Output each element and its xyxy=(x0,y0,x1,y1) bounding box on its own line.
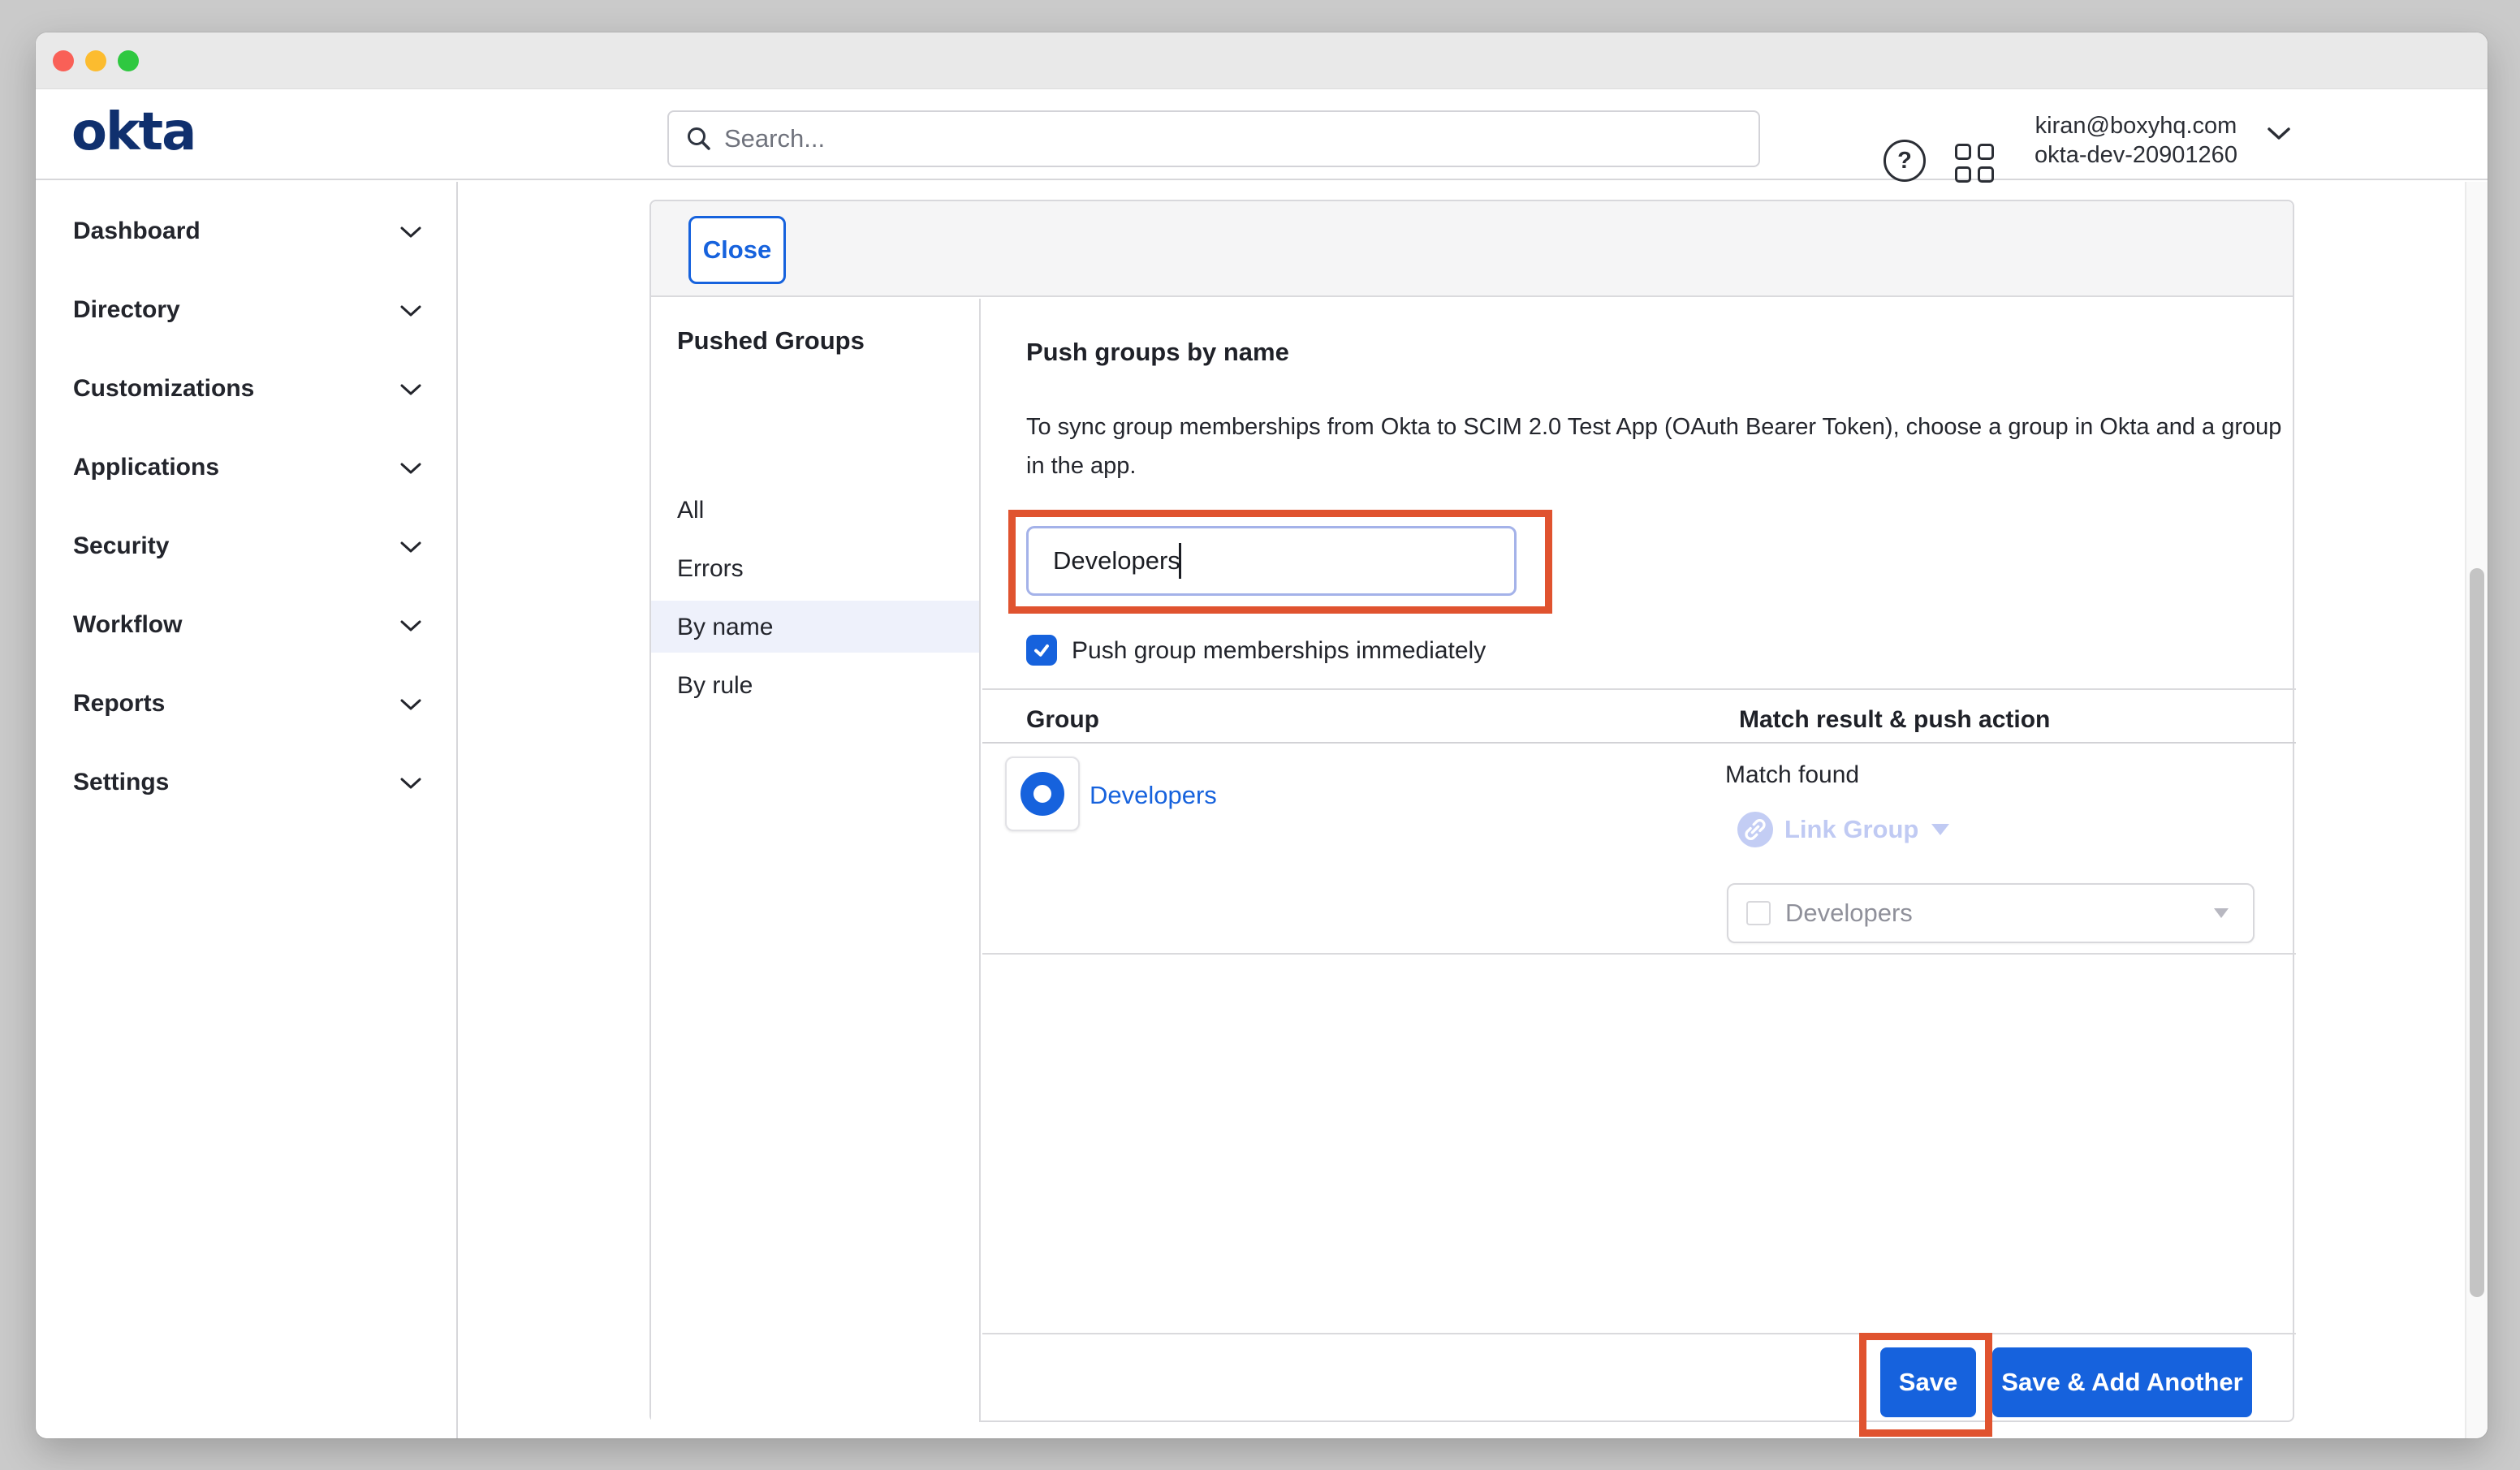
sidebar-item-applications[interactable]: Applications xyxy=(36,449,456,488)
apps-grid-button[interactable] xyxy=(1955,144,1995,183)
match-result-text: Match found xyxy=(1725,761,1859,789)
column-header-group: Group xyxy=(1026,706,1099,734)
sidebar-item-label: Security xyxy=(73,532,169,560)
sidebar-item-customizations[interactable]: Customizations xyxy=(36,370,456,409)
sidebar-item-settings[interactable]: Settings xyxy=(36,764,456,803)
link-icon xyxy=(1737,812,1773,847)
traffic-light-minimize-button[interactable] xyxy=(85,50,106,71)
grid-square-icon xyxy=(1978,144,1994,160)
scrollbar-track[interactable] xyxy=(2465,182,2488,1438)
sidebar-item-label: Customizations xyxy=(73,375,254,403)
pushed-groups-subnav: Pushed Groups All Errors By name By rule xyxy=(651,299,981,1422)
caret-down-icon xyxy=(2214,908,2229,918)
push-immediately-label: Push group memberships immediately xyxy=(1072,637,1486,665)
text-cursor xyxy=(1179,543,1181,579)
account-menu[interactable]: kiran@boxyhq.com okta-dev-20901260 xyxy=(2026,110,2246,170)
app-header: okta ? kiran@boxyhq.com okta-dev-2090126… xyxy=(36,89,2488,180)
desktop-background: { "header": { "logo_text": "okta", "sear… xyxy=(0,0,2520,1470)
save-button[interactable]: Save xyxy=(1880,1347,1976,1417)
panel-header: Close xyxy=(651,201,2293,297)
close-button[interactable]: Close xyxy=(688,216,786,284)
push-groups-panel: Close Pushed Groups All Errors By name B… xyxy=(649,200,2294,1422)
sidebar-item-security[interactable]: Security xyxy=(36,528,456,567)
subnav-item-by-rule[interactable]: By rule xyxy=(651,659,979,711)
sidebar-item-reports[interactable]: Reports xyxy=(36,685,456,724)
subnav-item-errors[interactable]: Errors xyxy=(651,542,979,594)
group-avatar-card xyxy=(1005,757,1080,831)
traffic-light-zoom-button[interactable] xyxy=(118,50,139,71)
okta-group-icon xyxy=(1021,772,1064,816)
subnav-item-label: By name xyxy=(677,614,773,641)
group-search-field-wrap xyxy=(1026,526,1517,596)
sidebar-item-label: Settings xyxy=(73,769,169,796)
sidebar-item-dashboard[interactable]: Dashboard xyxy=(36,213,456,252)
app-group-selected-value: Developers xyxy=(1785,899,2214,928)
chevron-down-icon xyxy=(2267,127,2291,141)
subnav-item-label: All xyxy=(677,497,704,524)
chevron-down-icon xyxy=(400,778,421,790)
subnav-title: Pushed Groups xyxy=(677,326,865,356)
description-text: To sync group memberships from Okta to S… xyxy=(1026,407,2293,485)
grid-square-icon xyxy=(1955,144,1971,160)
search-icon xyxy=(685,125,713,153)
check-icon xyxy=(1032,640,1051,660)
link-group-label: Link Group xyxy=(1784,815,1918,844)
chevron-down-icon xyxy=(400,541,421,554)
scrollbar-thumb[interactable] xyxy=(2470,568,2484,1297)
chevron-down-icon xyxy=(400,305,421,317)
table-top-border xyxy=(982,688,2296,690)
question-mark-icon: ? xyxy=(1897,148,1912,175)
chevron-down-icon xyxy=(400,699,421,711)
grid-square-icon xyxy=(1955,166,1971,183)
link-group-button[interactable]: Link Group xyxy=(1737,812,1949,847)
footer-divider xyxy=(982,1333,2296,1334)
traffic-light-close-button[interactable] xyxy=(53,50,74,71)
window-titlebar xyxy=(36,32,2488,89)
subnav-item-all[interactable]: All xyxy=(651,484,979,536)
grid-square-icon xyxy=(1978,166,1994,183)
subnav-item-by-name[interactable]: By name xyxy=(651,601,979,653)
app-group-select[interactable]: Developers xyxy=(1727,883,2255,943)
sidebar-item-directory[interactable]: Directory xyxy=(36,291,456,330)
caret-down-icon xyxy=(1931,824,1949,835)
browser-window: okta ? kiran@boxyhq.com okta-dev-2090126… xyxy=(36,32,2488,1438)
chevron-down-icon xyxy=(400,620,421,632)
select-checkbox-icon xyxy=(1746,901,1771,925)
subnav-item-label: By rule xyxy=(677,672,753,700)
global-search[interactable] xyxy=(667,110,1760,167)
sidebar-item-label: Reports xyxy=(73,690,165,718)
okta-logo: okta xyxy=(71,104,195,161)
push-by-name-content: Push groups by name To sync group member… xyxy=(982,299,2296,1424)
push-immediately-checkbox[interactable] xyxy=(1026,635,1057,666)
group-search-input[interactable] xyxy=(1026,526,1517,596)
search-input[interactable] xyxy=(724,124,1698,153)
sidebar-nav: Dashboard Directory Customizations Appli… xyxy=(36,182,458,1438)
page-title: Push groups by name xyxy=(1026,338,1289,367)
sidebar-item-label: Applications xyxy=(73,454,219,481)
sidebar-item-label: Directory xyxy=(73,296,180,324)
account-email: kiran@boxyhq.com xyxy=(2035,111,2237,140)
column-header-match: Match result & push action xyxy=(1739,706,2050,734)
save-add-another-button[interactable]: Save & Add Another xyxy=(1992,1347,2252,1417)
group-name-link[interactable]: Developers xyxy=(1090,781,1217,810)
table-row-divider xyxy=(982,953,2296,955)
subnav-item-label: Errors xyxy=(677,555,744,583)
sidebar-item-label: Dashboard xyxy=(73,218,201,245)
chevron-down-icon xyxy=(400,463,421,475)
chevron-down-icon xyxy=(400,226,421,239)
chevron-down-icon xyxy=(400,384,421,396)
table-header-divider xyxy=(982,742,2296,744)
sidebar-item-label: Workflow xyxy=(73,611,182,639)
help-button[interactable]: ? xyxy=(1884,140,1926,182)
account-org: okta-dev-20901260 xyxy=(2035,140,2237,170)
sidebar-item-workflow[interactable]: Workflow xyxy=(36,606,456,645)
